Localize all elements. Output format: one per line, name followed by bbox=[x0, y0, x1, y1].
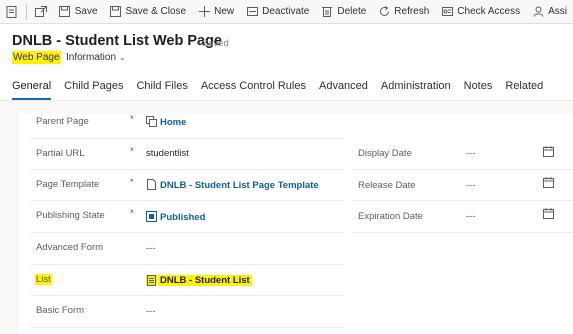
refresh-label: Refresh bbox=[394, 6, 430, 17]
parent-page-value[interactable]: Home bbox=[160, 117, 186, 128]
deactivate-icon bbox=[246, 6, 258, 18]
tab-child-pages[interactable]: Child Pages bbox=[64, 78, 123, 100]
list-value[interactable]: DNLB - Student List bbox=[158, 275, 252, 286]
parent-page-label: Parent Page bbox=[36, 116, 89, 127]
tab-list: General Child Pages Child Files Access C… bbox=[12, 78, 556, 100]
tab-access-control-rules[interactable]: Access Control Rules bbox=[201, 78, 306, 100]
page-template-icon bbox=[147, 179, 156, 190]
command-separator bbox=[25, 3, 27, 20]
partial-url-value[interactable]: studentlist bbox=[146, 148, 189, 159]
row-divider bbox=[352, 169, 573, 170]
partial-url-label: Partial URL bbox=[36, 148, 85, 159]
required-indicator: * bbox=[130, 114, 134, 125]
basic-form-value[interactable]: --- bbox=[146, 306, 156, 317]
check-access-icon bbox=[441, 6, 453, 18]
save-label: Save bbox=[74, 6, 98, 17]
advanced-form-label: Advanced Form bbox=[36, 242, 104, 253]
refresh-button[interactable]: Refresh bbox=[372, 0, 435, 23]
save-close-label: Save & Close bbox=[125, 6, 187, 17]
trash-icon bbox=[321, 6, 333, 18]
entity-name: Web Page bbox=[12, 51, 61, 64]
plus-icon bbox=[198, 6, 210, 18]
save-icon bbox=[59, 6, 71, 18]
row-divider bbox=[30, 232, 344, 233]
tab-administration[interactable]: Administration bbox=[381, 78, 451, 100]
row-divider bbox=[30, 327, 344, 328]
tab-related[interactable]: Related bbox=[505, 78, 543, 100]
required-indicator: * bbox=[130, 146, 134, 157]
required-indicator: * bbox=[130, 208, 134, 219]
tab-child-files[interactable]: Child Files bbox=[136, 78, 187, 100]
web-page-icon bbox=[146, 116, 157, 127]
form-name: Information bbox=[66, 52, 117, 63]
row-divider bbox=[30, 264, 344, 265]
expiration-date-label: Expiration Date bbox=[358, 211, 423, 222]
tab-notes[interactable]: Notes bbox=[464, 78, 493, 100]
row-divider bbox=[30, 200, 344, 201]
publishing-state-label: Publishing State bbox=[36, 210, 105, 221]
publishing-state-icon bbox=[146, 211, 157, 222]
basic-form-label: Basic Form bbox=[36, 305, 85, 316]
new-label: New bbox=[214, 6, 235, 17]
row-divider bbox=[30, 295, 344, 296]
row-divider bbox=[30, 138, 344, 139]
refresh-icon bbox=[378, 6, 390, 18]
header-separator: · bbox=[58, 52, 62, 63]
assign-label: Assi bbox=[548, 6, 568, 17]
tab-advanced[interactable]: Advanced bbox=[319, 78, 368, 100]
deactivate-label: Deactivate bbox=[262, 6, 310, 17]
save-button[interactable]: Save bbox=[53, 0, 104, 23]
page-template-label: Page Template bbox=[36, 179, 100, 190]
row-divider bbox=[352, 232, 573, 233]
check-access-button[interactable]: Check Access bbox=[435, 0, 526, 23]
row-divider bbox=[352, 200, 573, 201]
publishing-state-value[interactable]: Published bbox=[160, 212, 205, 223]
advanced-form-value[interactable]: --- bbox=[146, 243, 156, 254]
record-title: DNLB - Student List Web Page bbox=[12, 33, 222, 49]
saved-status: - Saved bbox=[196, 38, 229, 49]
expiration-date-value[interactable]: --- bbox=[466, 211, 476, 222]
deactivate-button[interactable]: Deactivate bbox=[240, 0, 315, 23]
calendar-icon[interactable] bbox=[543, 208, 554, 219]
save-close-button[interactable]: Save & Close bbox=[104, 0, 193, 23]
calendar-icon[interactable] bbox=[543, 146, 554, 157]
form-selector[interactable]: Information ⌄ bbox=[66, 51, 126, 64]
display-date-label: Display Date bbox=[358, 148, 412, 159]
list-label: List bbox=[35, 274, 52, 285]
display-date-value[interactable]: --- bbox=[466, 148, 476, 159]
general-section bbox=[19, 113, 573, 334]
check-access-label: Check Access bbox=[457, 6, 521, 17]
list-icon bbox=[146, 275, 157, 286]
required-indicator: * bbox=[130, 177, 134, 188]
release-date-label: Release Date bbox=[358, 180, 416, 191]
calendar-icon[interactable] bbox=[543, 177, 554, 188]
new-button[interactable]: New bbox=[192, 0, 240, 23]
save-close-icon bbox=[110, 6, 122, 18]
row-divider bbox=[30, 169, 344, 170]
assign-button[interactable]: Assi bbox=[526, 0, 573, 23]
delete-button[interactable]: Delete bbox=[315, 0, 372, 23]
delete-label: Delete bbox=[337, 6, 367, 17]
form-selector-icon[interactable] bbox=[0, 0, 24, 23]
person-icon bbox=[532, 6, 544, 18]
command-bar: Save Save & Close New Deactivate Delete … bbox=[0, 0, 573, 24]
chevron-down-icon: ⌄ bbox=[119, 53, 126, 62]
open-new-window-icon[interactable] bbox=[29, 0, 53, 23]
tab-general[interactable]: General bbox=[12, 78, 52, 100]
release-date-value[interactable]: --- bbox=[466, 180, 476, 191]
page-template-value[interactable]: DNLB - Student List Page Template bbox=[160, 180, 319, 191]
